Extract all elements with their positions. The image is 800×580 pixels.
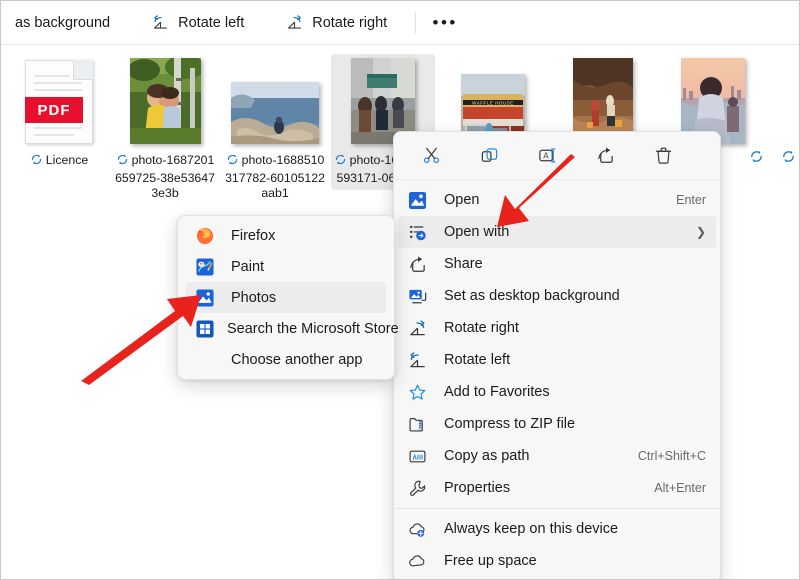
rotate-left-icon xyxy=(152,14,169,31)
file-name: photo-1688510317782-60105122aab1 xyxy=(225,153,325,200)
photos-app-icon xyxy=(196,288,218,307)
menu-item-accelerator: Ctrl+Shift+C xyxy=(637,449,706,463)
submenu-item-search-microsoft-store[interactable]: Search the Microsoft Store xyxy=(186,313,399,344)
submenu-item-label: Paint xyxy=(231,258,265,275)
submenu-item-firefox[interactable]: Firefox xyxy=(186,220,386,251)
chevron-right-icon: ❯ xyxy=(695,225,706,239)
submenu-item-label: Firefox xyxy=(231,227,276,244)
menu-item-label: Always keep on this device xyxy=(444,521,619,537)
file-thumbnail xyxy=(223,54,327,144)
file-label: photo-1688510317782-60105122aab1 xyxy=(223,153,327,202)
menu-item-compress-to-zip[interactable]: Compress to ZIP file xyxy=(398,408,716,440)
file-thumbnail xyxy=(113,54,217,144)
file-name: photo-1687201659725-38e536473e3b xyxy=(115,153,215,200)
star-icon xyxy=(408,383,430,402)
menu-item-label: Open with xyxy=(444,224,510,240)
pdf-file-icon: PDF xyxy=(25,60,93,144)
menu-item-open[interactable]: Open Enter xyxy=(398,184,716,216)
sync-icon-photo6 xyxy=(749,149,764,169)
toolbar-overflow-button[interactable]: ••• xyxy=(428,8,462,38)
menu-item-label: Add to Favorites xyxy=(444,384,550,400)
menu-item-label: Open xyxy=(444,192,480,208)
microsoft-store-icon xyxy=(196,319,214,338)
toolbar-item-rotate-right[interactable]: Rotate right xyxy=(276,8,397,38)
toolbar-item-label: Rotate left xyxy=(178,14,245,31)
menu-item-free-up-space[interactable]: Free up space xyxy=(398,545,716,577)
menu-item-always-keep-on-device[interactable]: Always keep on this device xyxy=(398,513,716,545)
sync-icon xyxy=(334,153,347,171)
menu-item-label: Set as desktop background xyxy=(444,288,620,304)
rename-icon[interactable]: A xyxy=(527,139,567,173)
file-tile-photo-1[interactable]: photo-1687201659725-38e536473e3b xyxy=(113,54,217,202)
file-thumbnail: PDF xyxy=(7,54,111,144)
submenu-item-label: Search the Microsoft Store xyxy=(227,320,399,337)
zip-icon xyxy=(408,415,430,434)
menu-item-label: Free up space xyxy=(444,553,537,569)
menu-item-label: Rotate left xyxy=(444,352,511,368)
menu-item-add-to-favorites[interactable]: Add to Favorites xyxy=(398,376,716,408)
file-tile-photo-2[interactable]: photo-1688510317782-60105122aab1 xyxy=(223,54,327,202)
context-menu-command-bar: A xyxy=(394,132,720,180)
menu-item-open-with[interactable]: Open with ❯ xyxy=(398,216,716,248)
paint-icon xyxy=(196,257,218,276)
rotate-right-icon xyxy=(286,14,303,31)
photo-thumbnail xyxy=(129,58,201,144)
file-name: Licence xyxy=(45,153,89,167)
rotate-left-icon xyxy=(408,351,430,370)
sync-icon xyxy=(116,153,129,171)
svg-text:WAFFLE HOUSE: WAFFLE HOUSE xyxy=(472,101,514,106)
open-with-icon xyxy=(408,223,430,242)
cut-icon[interactable] xyxy=(411,139,451,173)
menu-item-copy-as-path[interactable]: Copy as path Ctrl+Shift+C xyxy=(398,440,716,472)
file-label: photo-1687201659725-38e536473e3b xyxy=(113,153,217,202)
pdf-badge: PDF xyxy=(25,97,83,123)
cloud-icon xyxy=(408,552,430,571)
menu-item-share[interactable]: Share xyxy=(398,248,716,280)
sync-icon xyxy=(226,153,239,171)
desktop-background-icon xyxy=(408,287,430,306)
photo-thumbnail xyxy=(231,82,319,144)
menu-item-accelerator: Enter xyxy=(676,193,706,207)
delete-icon[interactable] xyxy=(643,139,683,173)
copy-as-path-icon xyxy=(408,447,430,466)
share-icon xyxy=(408,255,430,274)
submenu-item-choose-another-app[interactable]: Choose another app xyxy=(186,344,386,375)
rotate-right-icon xyxy=(408,319,430,338)
menu-item-properties[interactable]: Properties Alt+Enter xyxy=(398,472,716,504)
sync-icon xyxy=(30,153,43,171)
toolbar-item-label: as background xyxy=(15,14,111,31)
menu-item-label: Rotate right xyxy=(444,320,519,336)
cloud-pin-icon xyxy=(408,520,430,539)
menu-item-set-as-desktop-background[interactable]: Set as desktop background xyxy=(398,280,716,312)
toolbar-item-rotate-left[interactable]: Rotate left xyxy=(142,8,254,38)
submenu-item-photos[interactable]: Photos xyxy=(186,282,386,313)
photos-app-icon xyxy=(408,191,430,210)
submenu-item-paint[interactable]: Paint xyxy=(186,251,386,282)
menu-item-accelerator: Alt+Enter xyxy=(654,481,706,495)
copy-icon[interactable] xyxy=(469,139,509,173)
toolbar-separator xyxy=(415,11,417,34)
toolbar-item-as-background[interactable]: as background xyxy=(1,8,120,38)
sync-icon-right xyxy=(781,149,796,169)
open-with-submenu: Firefox Paint Photos Search the Microsof… xyxy=(177,215,399,380)
file-tile-licence[interactable]: PDF Licence xyxy=(7,54,111,171)
menu-item-label: Properties xyxy=(444,480,511,496)
file-explorer-window: as background Rotate left Rotate right •… xyxy=(0,0,800,580)
menu-separator xyxy=(395,508,719,509)
firefox-icon xyxy=(196,227,218,245)
share-icon[interactable] xyxy=(585,139,625,173)
submenu-item-label: Photos xyxy=(231,289,277,306)
file-label: Licence xyxy=(7,153,111,171)
toolbar: as background Rotate left Rotate right •… xyxy=(1,1,799,45)
menu-item-label: Share xyxy=(444,256,483,272)
menu-item-label: Compress to ZIP file xyxy=(444,416,576,432)
wrench-icon xyxy=(408,479,430,498)
svg-text:A: A xyxy=(543,151,549,160)
menu-item-label: Copy as path xyxy=(444,448,530,464)
menu-item-rotate-left[interactable]: Rotate left xyxy=(398,344,716,376)
menu-item-rotate-right[interactable]: Rotate right xyxy=(398,312,716,344)
submenu-item-label: Choose another app xyxy=(231,351,363,368)
toolbar-item-label: Rotate right xyxy=(312,14,388,31)
context-menu: A Open Enter Open with ❯ Share Set as de… xyxy=(393,131,721,579)
